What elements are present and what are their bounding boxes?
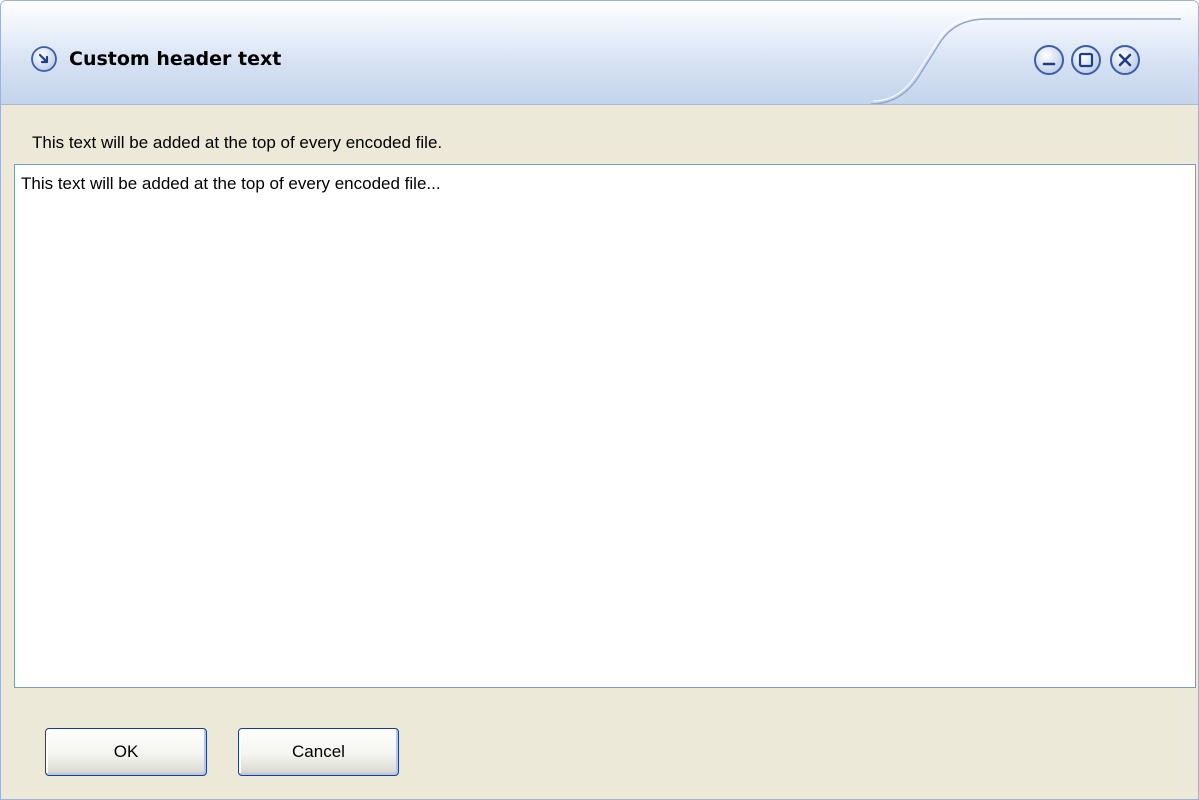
title-bar[interactable]: Custom header text	[1, 1, 1198, 105]
maximize-icon[interactable]	[1069, 43, 1103, 77]
arrow-icon[interactable]	[30, 45, 58, 73]
cancel-button[interactable]: Cancel	[238, 728, 399, 776]
close-icon[interactable]	[1108, 43, 1142, 77]
header-text-editor[interactable]: This text will be added at the top of ev…	[14, 164, 1196, 688]
dialog-window: Custom header text This text will be add…	[0, 0, 1199, 800]
ok-button[interactable]: OK	[45, 728, 207, 776]
minimize-icon[interactable]	[1032, 43, 1066, 77]
window-title: Custom header text	[69, 48, 282, 70]
description-label: This text will be added at the top of ev…	[32, 133, 443, 152]
